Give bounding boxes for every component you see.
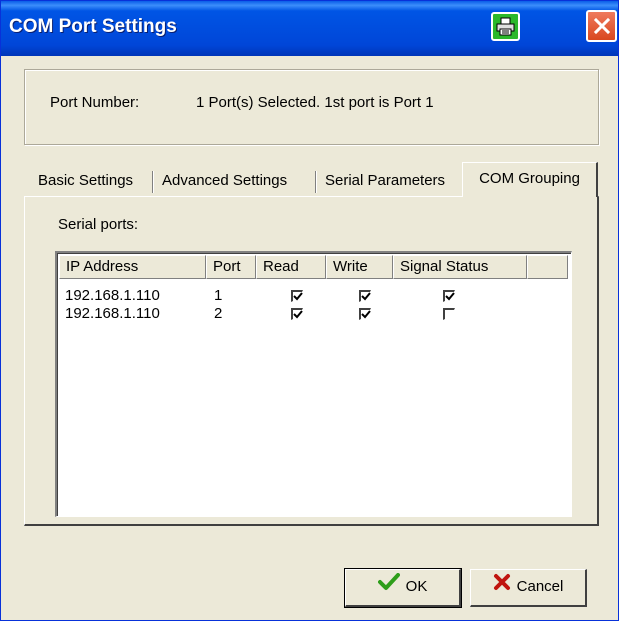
port-cell: 1: [214, 287, 223, 304]
write-checkbox[interactable]: [359, 308, 371, 320]
ip-address-cell: 192.168.1.110: [65, 305, 160, 322]
signal-checkbox[interactable]: [443, 290, 455, 302]
table-row[interactable]: 192.168.1.110 2: [1, 305, 619, 323]
tab-com-grouping[interactable]: COM Grouping: [462, 162, 598, 197]
read-checkbox[interactable]: [291, 290, 303, 302]
port-cell: 2: [214, 305, 223, 322]
port-number-value: 1 Port(s) Selected. 1st port is Port 1: [196, 94, 434, 111]
printer-icon[interactable]: [491, 12, 520, 41]
signal-checkbox[interactable]: [443, 308, 455, 320]
column-header-write[interactable]: Write: [326, 255, 393, 279]
port-number-label: Port Number:: [50, 94, 140, 111]
serial-ports-label: Serial ports:: [58, 216, 139, 233]
tab-separator: [152, 171, 154, 193]
column-header-read[interactable]: Read: [256, 255, 326, 279]
close-icon[interactable]: [586, 10, 617, 42]
column-header-signal-status[interactable]: Signal Status: [393, 255, 527, 279]
checkmark-icon: [377, 570, 400, 604]
write-checkbox[interactable]: [359, 290, 371, 302]
tab-serial-parameters[interactable]: Serial Parameters: [321, 169, 449, 195]
tab-advanced-settings[interactable]: Advanced Settings: [158, 169, 291, 195]
tab-basic-settings[interactable]: Basic Settings: [34, 169, 137, 195]
cancel-button[interactable]: Cancel: [470, 569, 587, 607]
ok-label: OK: [405, 578, 428, 596]
title-bar[interactable]: COM Port Settings: [1, 1, 618, 56]
window-title: COM Port Settings: [9, 16, 177, 37]
read-checkbox[interactable]: [291, 308, 303, 320]
ip-address-cell: 192.168.1.110: [65, 287, 160, 304]
tab-separator: [315, 171, 317, 193]
ok-button[interactable]: OK: [344, 568, 462, 608]
dialog-window: COM Port Settings Port Number: 1 Port(s)…: [0, 0, 619, 621]
column-header-empty: [527, 255, 568, 279]
column-header-port[interactable]: Port: [206, 255, 256, 279]
cross-icon: [493, 570, 511, 604]
table-row[interactable]: 192.168.1.110 1: [1, 287, 619, 305]
column-header-ip-address[interactable]: IP Address: [59, 255, 206, 279]
cancel-label: Cancel: [516, 578, 564, 596]
